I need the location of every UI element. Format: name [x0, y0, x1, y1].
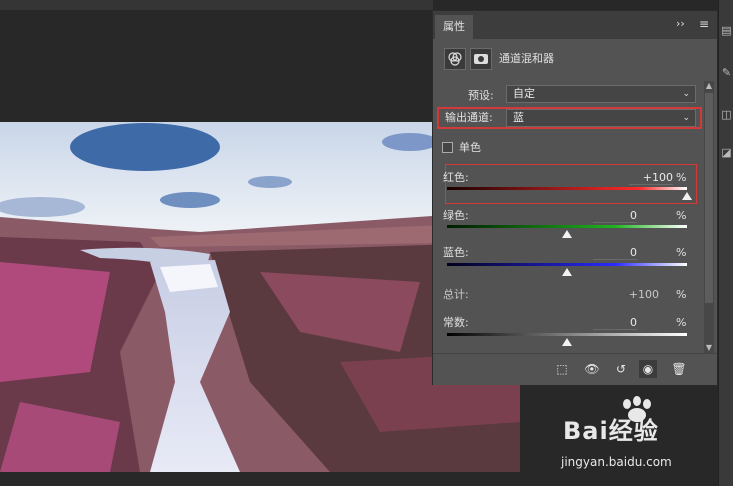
red-slider-thumb[interactable] [682, 192, 692, 200]
monochrome-label: 单色 [459, 141, 481, 154]
constant-unit: % [676, 316, 687, 329]
output-channel-dropdown[interactable]: 蓝 ⌄ [506, 109, 696, 127]
constant-label: 常数: [443, 316, 469, 329]
monochrome-checkbox[interactable] [442, 142, 453, 153]
green-slider-track[interactable] [447, 225, 687, 228]
layers-panel-icon[interactable]: ◫ [721, 108, 732, 122]
scroll-down-icon[interactable]: ▼ [704, 343, 714, 353]
constant-value-field[interactable]: 0 [593, 316, 637, 330]
green-unit: % [676, 209, 687, 222]
view-previous-icon[interactable]: 👁 [583, 360, 601, 378]
reset-icon[interactable]: ↺ [612, 360, 630, 378]
chevron-down-icon: ⌄ [682, 89, 690, 99]
adjust-panel-icon[interactable]: ◪ [721, 146, 732, 160]
output-channel-label: 输出通道: [445, 111, 493, 124]
preset-dropdown[interactable]: 自定 ⌄ [506, 85, 696, 103]
trash-icon[interactable]: 🗑 [670, 360, 688, 378]
chevron-down-icon: ⌄ [682, 113, 690, 123]
scroll-up-icon[interactable]: ▲ [704, 81, 714, 91]
panel-footer: ⬚ 👁 ↺ ◉ 🗑 [433, 353, 717, 385]
total-value: +100 [628, 288, 659, 301]
clip-to-layer-icon[interactable]: ⬚ [553, 360, 571, 378]
panel-scrollbar[interactable]: ▲ ▼ [704, 81, 714, 353]
red-unit: % [676, 171, 687, 184]
constant-slider-track[interactable] [447, 333, 687, 336]
panel-menu-button[interactable]: ≡ [699, 17, 709, 31]
watermark-url: jingyan.baidu.com [561, 455, 672, 469]
green-value-field[interactable]: 0 [593, 209, 637, 223]
watermark-brand: Bai经验 [563, 417, 659, 445]
preset-value: 自定 [513, 87, 535, 100]
red-slider-track[interactable] [447, 187, 687, 190]
brush-panel-icon[interactable]: ✎ [721, 66, 732, 80]
baidu-watermark: Bai经验 jingyan.baidu.com [555, 396, 730, 484]
tab-properties[interactable]: 属性 [435, 15, 473, 39]
green-slider-thumb[interactable] [562, 230, 572, 238]
output-channel-value: 蓝 [513, 111, 524, 124]
red-slider-label: 红色: [443, 171, 469, 184]
blue-slider-track[interactable] [447, 263, 687, 266]
preset-label: 预设: [468, 89, 494, 102]
constant-slider-thumb[interactable] [562, 338, 572, 346]
blue-value-field[interactable]: 0 [593, 246, 637, 260]
red-value-field[interactable]: +100 [629, 171, 673, 185]
panel-tab-bar: 属性 ›› ≡ [433, 11, 717, 39]
panel-icon[interactable]: ▤ [721, 24, 732, 38]
total-label: 总计: [443, 288, 469, 301]
options-bar-edge [0, 0, 433, 10]
layer-mask-icon[interactable] [470, 48, 492, 70]
blue-slider-label: 蓝色: [443, 246, 469, 259]
collapse-panel-button[interactable]: ›› [676, 17, 685, 31]
scrollbar-thumb[interactable] [705, 93, 713, 303]
visibility-eye-icon[interactable]: ◉ [639, 360, 657, 378]
green-slider-label: 绿色: [443, 209, 469, 222]
blue-slider-thumb[interactable] [562, 268, 572, 276]
channel-mixer-icon [444, 48, 466, 70]
blue-unit: % [676, 246, 687, 259]
adjustment-title: 通道混和器 [499, 52, 554, 65]
properties-panel: 属性 ›› ≡ 通道混和器 预设: 自定 ⌄ 输出通道: 蓝 ⌄ 单色 红色: … [432, 10, 718, 385]
total-unit: % [676, 288, 687, 301]
